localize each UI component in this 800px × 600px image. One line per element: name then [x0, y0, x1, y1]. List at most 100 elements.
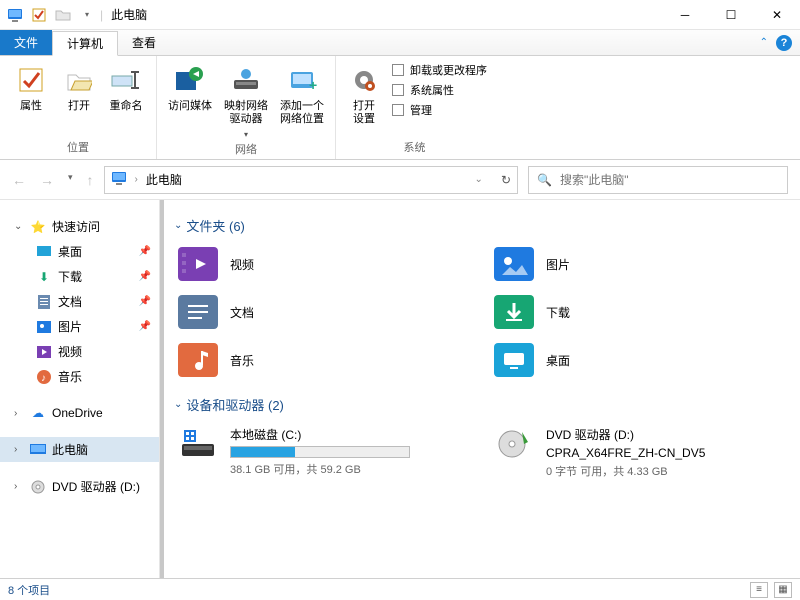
drives-section-header[interactable]: ⌄ 设备和驱动器 (2) — [174, 395, 786, 414]
sidebar-item-downloads[interactable]: ⬇下载📌 — [0, 264, 159, 289]
sidebar-item-pictures[interactable]: 图片📌 — [0, 314, 159, 339]
search-input[interactable] — [560, 173, 779, 187]
refresh-button[interactable]: ↻ — [501, 173, 511, 187]
chevron-down-icon: ▾ — [244, 130, 248, 139]
checkbox-icon — [392, 104, 404, 116]
this-pc-icon — [111, 171, 127, 188]
sidebar-dvd[interactable]: › DVD 驱动器 (D:) — [0, 474, 159, 499]
sidebar-item-videos[interactable]: 视频 — [0, 339, 159, 364]
folder-qat-icon[interactable] — [52, 4, 74, 26]
maximize-button[interactable]: ☐ — [708, 0, 754, 30]
breadcrumb[interactable]: 此电脑 — [146, 171, 182, 188]
details-view-button[interactable]: ≡ — [750, 582, 768, 598]
open-icon — [63, 64, 95, 96]
up-button[interactable]: ↑ — [87, 172, 94, 188]
chevron-right-icon[interactable]: › — [14, 444, 24, 455]
qat-dropdown-icon[interactable]: ▾ — [76, 4, 98, 26]
sidebar-quick-access[interactable]: ⌄ ⭐ 快速访问 — [0, 214, 159, 239]
folder-label: 文档 — [230, 304, 254, 321]
uninstall-programs-button[interactable]: 卸载或更改程序 — [392, 62, 487, 78]
pin-icon: 📌 — [139, 321, 151, 332]
sidebar-onedrive[interactable]: › ☁ OneDrive — [0, 401, 159, 425]
drive-icon — [494, 426, 534, 460]
minimize-button[interactable]: ─ — [662, 0, 708, 30]
chevron-down-icon[interactable]: ⌄ — [14, 221, 24, 232]
add-location-button[interactable]: + 添加一个 网络位置 — [275, 58, 329, 126]
chevron-right-icon[interactable]: › — [135, 174, 138, 185]
address-dropdown-icon[interactable]: ⌄ — [475, 174, 483, 185]
ribbon-group-network: 访问媒体 映射网络 驱动器 ▾ + 添加一个 网络位置 网络 — [157, 56, 336, 159]
checkbox-icon — [392, 84, 404, 96]
folder-label: 下载 — [546, 304, 570, 321]
recent-dropdown-icon[interactable]: ▾ — [68, 172, 73, 188]
folder-item[interactable]: 下载 — [490, 291, 786, 333]
content-pane: ⌄ 文件夹 (6) 视频 图片文档 下载音乐 桌面 ⌄ 设备和驱动器 (2) 本地磁盘… — [160, 200, 800, 578]
chevron-right-icon[interactable]: › — [14, 481, 24, 492]
properties-button[interactable]: 属性 — [6, 58, 56, 113]
manage-button[interactable]: 管理 — [392, 102, 487, 118]
this-pc-icon — [4, 4, 26, 26]
folder-icon — [494, 247, 534, 281]
navigation-arrows: ← → ▾ ↑ — [12, 172, 94, 188]
quick-access-toolbar: ▾ | — [0, 4, 103, 26]
folder-item[interactable]: 图片 — [490, 243, 786, 285]
drive-free-text: 38.1 GB 可用，共 59.2 GB — [230, 461, 410, 477]
window-title: 此电脑 — [111, 6, 147, 23]
icons-view-button[interactable]: ▦ — [774, 582, 792, 598]
download-icon: ⬇ — [36, 269, 52, 285]
close-button[interactable]: ✕ — [754, 0, 800, 30]
scrollbar[interactable] — [160, 200, 164, 578]
open-settings-button[interactable]: 打开 设置 — [342, 58, 386, 126]
tab-computer[interactable]: 计算机 — [52, 31, 118, 56]
chevron-down-icon: ⌄ — [174, 220, 182, 231]
rename-button[interactable]: 重命名 — [102, 58, 150, 113]
ribbon-help: ⌃ ? — [760, 30, 800, 55]
sidebar-item-music[interactable]: ♪音乐 — [0, 364, 159, 389]
forward-button[interactable]: → — [40, 172, 54, 188]
item-count: 8 个项目 — [8, 582, 50, 598]
drive-item[interactable]: DVD 驱动器 (D:)CPRA_X64FRE_ZH-CN_DV50 字节 可用… — [490, 422, 786, 483]
desktop-icon — [36, 244, 52, 260]
chevron-right-icon[interactable]: › — [14, 408, 24, 419]
status-bar: 8 个项目 ≡ ▦ — [0, 578, 800, 600]
help-icon[interactable]: ? — [776, 35, 792, 51]
folder-label: 视频 — [230, 256, 254, 273]
drive-item[interactable]: 本地磁盘 (C:)38.1 GB 可用，共 59.2 GB — [174, 422, 470, 483]
document-icon — [36, 294, 52, 310]
properties-icon — [15, 64, 47, 96]
ribbon: 属性 打开 重命名 位置 访问媒体 映射网络 驱动器 ▾ — [0, 56, 800, 160]
drive-name: DVD 驱动器 (D:) — [546, 426, 705, 443]
video-icon — [36, 344, 52, 360]
folder-icon — [178, 343, 218, 377]
back-button[interactable]: ← — [12, 172, 26, 188]
folder-item[interactable]: 文档 — [174, 291, 470, 333]
sidebar-item-desktop[interactable]: 桌面📌 — [0, 239, 159, 264]
sidebar-item-documents[interactable]: 文档📌 — [0, 289, 159, 314]
disc-icon — [30, 479, 46, 495]
map-drive-button[interactable]: 映射网络 驱动器 ▾ — [219, 58, 273, 139]
sidebar-this-pc[interactable]: › 此电脑 — [0, 437, 159, 462]
address-bar[interactable]: › 此电脑 ⌄ ↻ — [104, 166, 518, 194]
open-button[interactable]: 打开 — [58, 58, 100, 113]
main-area: ⌄ ⭐ 快速访问 桌面📌 ⬇下载📌 文档📌 图片📌 视频 ♪音乐 › ☁ One… — [0, 200, 800, 578]
access-media-button[interactable]: 访问媒体 — [163, 58, 217, 113]
drive-usage-bar — [230, 446, 410, 458]
gear-icon — [348, 64, 380, 96]
tab-file[interactable]: 文件 — [0, 30, 52, 55]
pin-icon: 📌 — [139, 296, 151, 307]
folder-item[interactable]: 桌面 — [490, 339, 786, 381]
folder-item[interactable]: 视频 — [174, 243, 470, 285]
tab-view[interactable]: 查看 — [118, 30, 170, 55]
collapse-ribbon-icon[interactable]: ⌃ — [760, 37, 768, 48]
folder-label: 图片 — [546, 256, 570, 273]
drives-grid: 本地磁盘 (C:)38.1 GB 可用，共 59.2 GB DVD 驱动器 (D:… — [174, 422, 786, 483]
folder-item[interactable]: 音乐 — [174, 339, 470, 381]
folders-section-header[interactable]: ⌄ 文件夹 (6) — [174, 216, 786, 235]
pin-icon: 📌 — [139, 246, 151, 257]
folder-icon — [178, 247, 218, 281]
folders-grid: 视频 图片文档 下载音乐 桌面 — [174, 243, 786, 381]
system-properties-button[interactable]: 系统属性 — [392, 82, 487, 98]
properties-qat-icon[interactable] — [28, 4, 50, 26]
folder-label: 音乐 — [230, 352, 254, 369]
search-box[interactable]: 🔍 — [528, 166, 788, 194]
